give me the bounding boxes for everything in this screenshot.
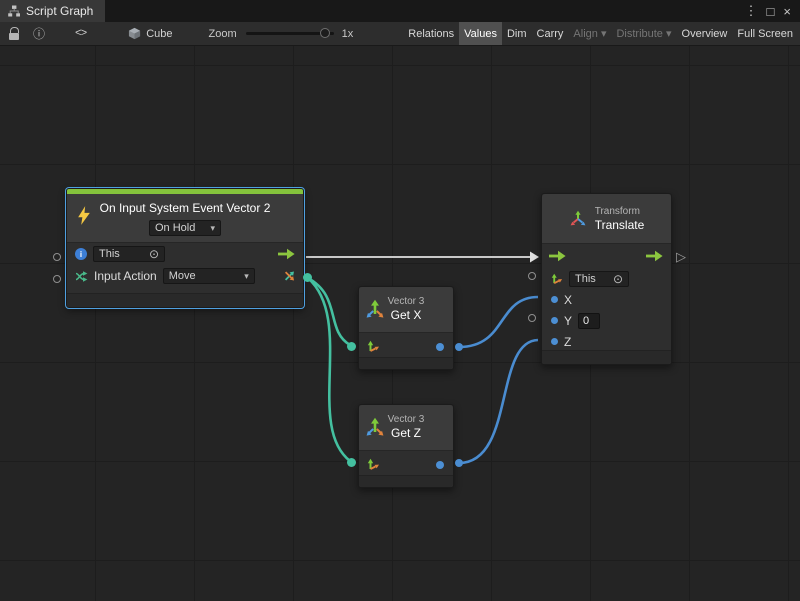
translate-this-row: This ⊙ [542,268,671,289]
translate-y-input[interactable]: 0 [578,313,600,329]
info-icon[interactable]: ⓘ [33,22,45,45]
maximize-icon[interactable]: □ [767,4,775,19]
values-button[interactable]: Values [459,22,502,45]
toolbar-button-group: Relations Values Dim Carry Align ▾ Distr… [403,22,800,45]
this-object-icon: i [75,248,87,260]
translate-y-row: Y 0 [542,310,671,331]
event-this-row: i This ⊙ [67,243,303,265]
get-x-node[interactable]: Vector 3 Get X [358,286,454,370]
translate-this-dropdown[interactable]: This ⊙ [569,271,629,287]
relations-button[interactable]: Relations [403,22,459,45]
event-action-input-port[interactable] [53,275,61,283]
get-x-port-row [359,333,453,360]
get-z-header: Vector 3 Get Z [359,405,453,451]
translate-y-label: Y [564,314,572,328]
transform-icon [569,210,587,228]
event-this-dropdown[interactable]: This ⊙ [93,246,165,262]
translate-this-outer-port[interactable] [528,272,536,280]
get-z-node[interactable]: Vector 3 Get Z [358,404,454,488]
translate-z-port[interactable] [551,338,558,345]
event-node[interactable]: On Input System Event Vector 2 On Hold ▾… [66,188,304,308]
translate-x-port[interactable] [551,296,558,303]
overview-button[interactable]: Overview [677,22,733,45]
vector2-output-port[interactable] [283,270,296,283]
zoom-value: 1x [342,28,354,40]
full-screen-button[interactable]: Full Screen [732,22,798,45]
translate-footer [542,350,671,364]
lock-icon[interactable] [7,22,21,45]
get-x-footer [359,357,453,369]
zoom-slider[interactable] [246,32,334,35]
event-node-title: On Input System Event Vector 2 [67,194,303,215]
translate-x-row: X [542,289,671,310]
get-z-input-port[interactable] [347,458,356,467]
target-icon: ⊙ [149,248,159,260]
event-this-label: This [99,248,120,260]
tab-title: Script Graph [26,4,93,18]
get-z-port-row [359,451,453,478]
kebab-menu-icon[interactable]: ⋮ [745,3,758,19]
input-action-label: Input Action [94,269,157,283]
input-action-icon [75,270,88,283]
cube-icon [128,27,141,40]
distribute-button[interactable]: Distribute ▾ [611,22,676,45]
translate-y-outer-port[interactable] [528,314,536,322]
get-x-input-port[interactable] [347,342,356,351]
event-this-input-port[interactable] [53,253,61,261]
zoom-slider-handle[interactable] [320,28,330,38]
caret-down-icon: ▾ [210,223,215,234]
close-icon[interactable]: × [783,4,791,19]
translate-node[interactable]: Transform Translate This ⊙ X Y 0 Z [541,193,672,365]
script-graph-icon [8,5,20,17]
lightning-bolt-icon [77,206,91,230]
flow-continue-icon: ▷ [676,250,686,263]
get-z-wire-dot[interactable] [455,459,463,467]
get-x-output-port[interactable] [436,343,444,351]
event-input-action-row: Input Action Move ▾ [67,265,303,287]
graph-toolbar: ⓘ <> Cube Zoom 1x Relations Values Dim C… [0,22,800,46]
get-z-output-port[interactable] [436,461,444,469]
control-flow-input-port[interactable] [549,250,566,262]
event-mode-dropdown[interactable]: On Hold ▾ [149,220,221,236]
control-flow-output-port[interactable] [646,250,663,262]
control-flow-output-port[interactable] [278,248,295,260]
window-tab-bar: Script Graph ⋮ □ × [0,0,800,22]
axis-icon [551,273,563,285]
axis-icon [367,458,380,471]
translate-header: Transform Translate [542,194,671,244]
translate-y-port[interactable] [551,317,558,324]
carry-button[interactable]: Carry [532,22,569,45]
event-node-footer [67,293,303,307]
axis-icon [367,340,380,353]
dim-button[interactable]: Dim [502,22,532,45]
object-name: Cube [146,28,172,40]
zoom-label: Zoom [209,28,237,40]
input-action-value: Move [169,270,196,282]
vector2-wire-source-dot[interactable] [303,273,312,282]
event-mode-value: On Hold [155,222,195,234]
get-x-wire-dot[interactable] [455,343,463,351]
translate-z-row: Z [542,331,671,352]
translate-flow-row [542,244,671,268]
vector3-icon [365,299,385,324]
tab-script-graph[interactable]: Script Graph [0,0,105,22]
object-breadcrumb[interactable]: Cube [128,27,172,40]
translate-this-label: This [575,273,596,285]
code-view-icon[interactable]: <> [75,22,86,45]
caret-down-icon: ▾ [244,271,249,282]
align-button[interactable]: Align ▾ [568,22,611,45]
input-action-dropdown[interactable]: Move ▾ [163,268,255,284]
get-z-footer [359,475,453,487]
translate-x-label: X [564,293,572,307]
translate-title: Translate [595,218,645,232]
vector3-icon [365,417,385,442]
get-x-header: Vector 3 Get X [359,287,453,333]
translate-category: Transform [595,206,645,218]
target-icon: ⊙ [613,273,623,285]
event-node-header: On Input System Event Vector 2 On Hold ▾ [67,194,303,243]
translate-z-label: Z [564,335,571,349]
